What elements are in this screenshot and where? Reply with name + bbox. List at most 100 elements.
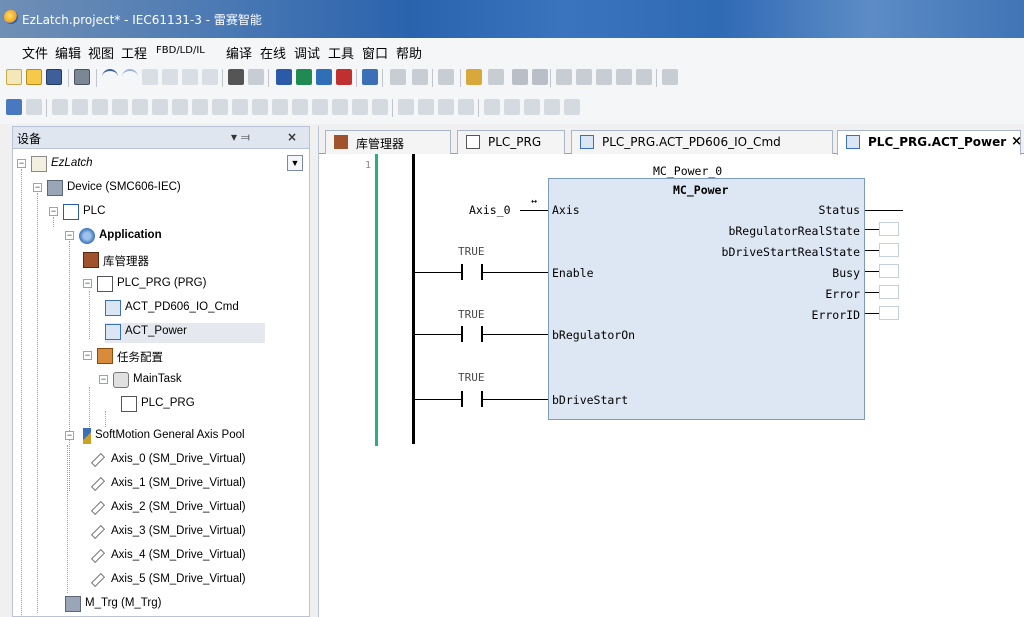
paste-icon[interactable] [182,69,198,85]
output-box-error[interactable] [879,285,899,299]
set-reset-icon[interactable] [458,99,474,115]
axis-variable[interactable]: Axis_0 [469,203,511,217]
menu-fbd[interactable]: FBD/LD/IL [156,45,205,56]
collapse-icon[interactable]: − [99,375,108,384]
ladder-element-icon[interactable] [544,99,560,115]
ladder-element-icon[interactable] [484,99,500,115]
contact-enable[interactable] [461,264,483,280]
bookmark-next-icon[interactable] [296,69,312,85]
jump-icon[interactable] [292,99,308,115]
cut-icon[interactable] [142,69,158,85]
output-box-busy[interactable] [879,264,899,278]
ladder-element-icon[interactable] [524,99,540,115]
insert-network-icon[interactable] [26,99,42,115]
reset-coil-icon[interactable] [172,99,188,115]
run-to-cursor-icon[interactable] [616,69,632,85]
new-file-icon[interactable] [6,69,22,85]
menu-view[interactable]: 视图 [88,43,114,62]
tab-act-pd606[interactable]: PLC_PRG.ACT_PD606_IO_Cmd [571,130,833,154]
chevron-down-icon[interactable]: ▼ [287,155,303,171]
monitor-icon[interactable] [438,69,454,85]
step-out-icon[interactable] [596,69,612,85]
tab-act-power[interactable]: PLC_PRG.ACT_Power × [837,130,1022,155]
ladder-element-icon[interactable] [564,99,580,115]
negate-icon[interactable] [418,99,434,115]
var-icon[interactable] [52,99,68,115]
delete-icon[interactable] [202,69,218,85]
edge-detect-icon[interactable] [438,99,454,115]
coil-icon[interactable] [132,99,148,115]
output-box-regstate[interactable] [879,222,899,236]
label-icon[interactable] [372,99,388,115]
copy-icon[interactable] [162,69,178,85]
contact-drivestart[interactable] [461,391,483,407]
box-en-icon[interactable] [252,99,268,115]
bookmark-clear-icon[interactable] [336,69,352,85]
menu-help[interactable]: 帮助 [396,43,422,62]
menu-debug[interactable]: 调试 [294,43,320,62]
menu-build[interactable]: 编译 [226,43,252,62]
bookmark-icon[interactable] [276,69,292,85]
output-box-errorid[interactable] [879,306,899,320]
stop-icon[interactable] [532,69,548,85]
panel-close-button[interactable]: × [287,130,297,144]
input-icon[interactable] [352,99,368,115]
run-icon[interactable] [512,69,528,85]
redo-icon[interactable] [122,69,138,85]
menu-tools[interactable]: 工具 [328,43,354,62]
save-icon[interactable] [46,69,62,85]
function-block[interactable]: MC_Power Axis Enable bRegulatorOn bDrive… [548,178,865,420]
device-icon[interactable] [412,69,428,85]
close-icon[interactable]: × [1011,134,1022,149]
collapse-icon[interactable]: − [49,207,58,216]
tree-node-project[interactable]: − EzLatch ▼ [17,155,307,175]
parallel-contact-icon[interactable] [112,99,128,115]
network-icon[interactable] [6,99,22,115]
bookmark-prev-icon[interactable] [316,69,332,85]
menu-edit[interactable]: 编辑 [55,43,81,62]
collapse-icon[interactable]: − [65,231,74,240]
contact-icon[interactable] [72,99,88,115]
output-box-drivestate[interactable] [879,243,899,257]
login-icon[interactable] [466,69,482,85]
menu-file[interactable]: 文件 [22,43,48,62]
fb-instance-name[interactable]: MC_Power_0 [653,164,722,178]
panel-pin-button[interactable]: ▾ ⫤ [231,130,250,145]
tab-plc-prg[interactable]: PLC_PRG [457,130,565,154]
box-icon[interactable] [232,99,248,115]
comment-icon[interactable] [398,99,414,115]
write-values-icon[interactable] [662,69,678,85]
set-coil-icon[interactable] [152,99,168,115]
logout-icon[interactable] [488,69,504,85]
online-config-icon[interactable] [390,69,406,85]
open-folder-icon[interactable] [26,69,42,85]
rising-edge-icon[interactable] [192,99,208,115]
branch-icon[interactable] [332,99,348,115]
collapse-icon[interactable]: − [65,431,74,440]
collapse-icon[interactable]: − [17,159,26,168]
ladder-element-icon[interactable] [504,99,520,115]
axis-icon [90,500,106,516]
collapse-icon[interactable]: − [83,351,92,360]
find-icon[interactable] [228,69,244,85]
collapse-icon[interactable]: − [33,183,42,192]
step-over-icon[interactable] [556,69,572,85]
build-icon[interactable] [362,69,378,85]
replace-icon[interactable] [248,69,264,85]
tree-node-act-power[interactable]: ACT_Power [105,323,265,343]
menu-window[interactable]: 窗口 [362,43,388,62]
collapse-icon[interactable]: − [83,279,92,288]
tab-library-manager[interactable]: 库管理器 [325,130,451,154]
contact-regulator[interactable] [461,326,483,342]
negated-contact-icon[interactable] [92,99,108,115]
falling-edge-icon[interactable] [212,99,228,115]
step-into-icon[interactable] [576,69,592,85]
contact-value: TRUE [458,308,485,321]
print-icon[interactable] [74,69,90,85]
menu-project[interactable]: 工程 [121,43,147,62]
menu-online[interactable]: 在线 [260,43,286,62]
return-icon[interactable] [312,99,328,115]
assignment-icon[interactable] [272,99,288,115]
undo-icon[interactable] [102,69,118,85]
breakpoint-icon[interactable] [636,69,652,85]
